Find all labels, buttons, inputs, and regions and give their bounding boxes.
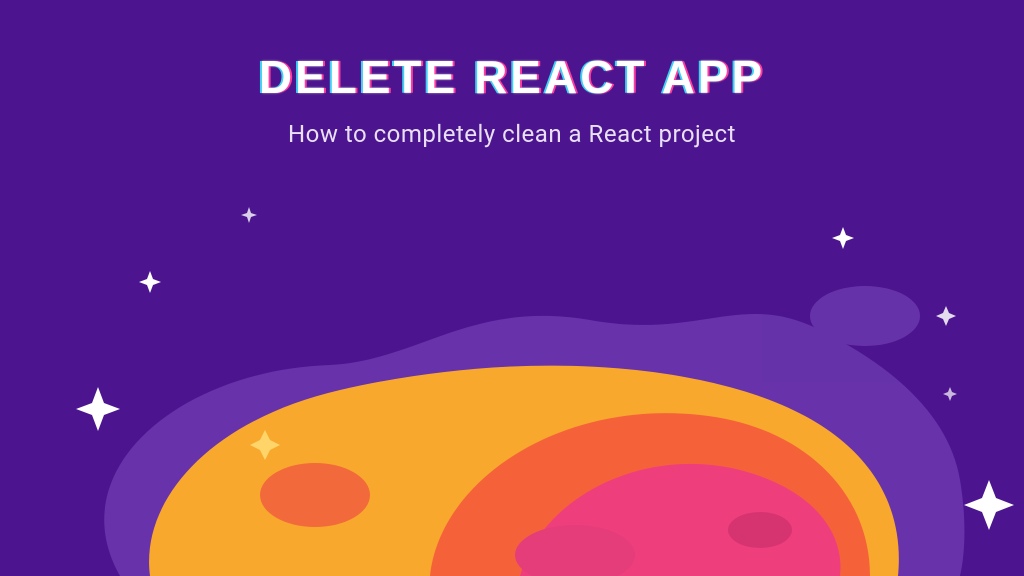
stars-layer <box>76 207 1014 530</box>
crater-icon <box>260 463 370 527</box>
crater-icon <box>515 525 635 576</box>
hero-header: DELETE REACT APP How to completely clean… <box>0 50 1024 148</box>
star-icon <box>943 387 957 401</box>
star-icon <box>76 387 120 431</box>
hero-subtitle: How to completely clean a React project <box>0 120 1024 148</box>
star-icon <box>964 480 1014 530</box>
hero-title: DELETE REACT APP <box>0 50 1024 104</box>
planet-body <box>149 366 899 576</box>
star-icon <box>241 207 257 223</box>
star-icon <box>139 271 161 293</box>
crater-icon <box>728 512 792 548</box>
star-icon <box>832 227 854 249</box>
star-icon <box>936 306 956 326</box>
atmosphere-layer <box>104 286 964 576</box>
